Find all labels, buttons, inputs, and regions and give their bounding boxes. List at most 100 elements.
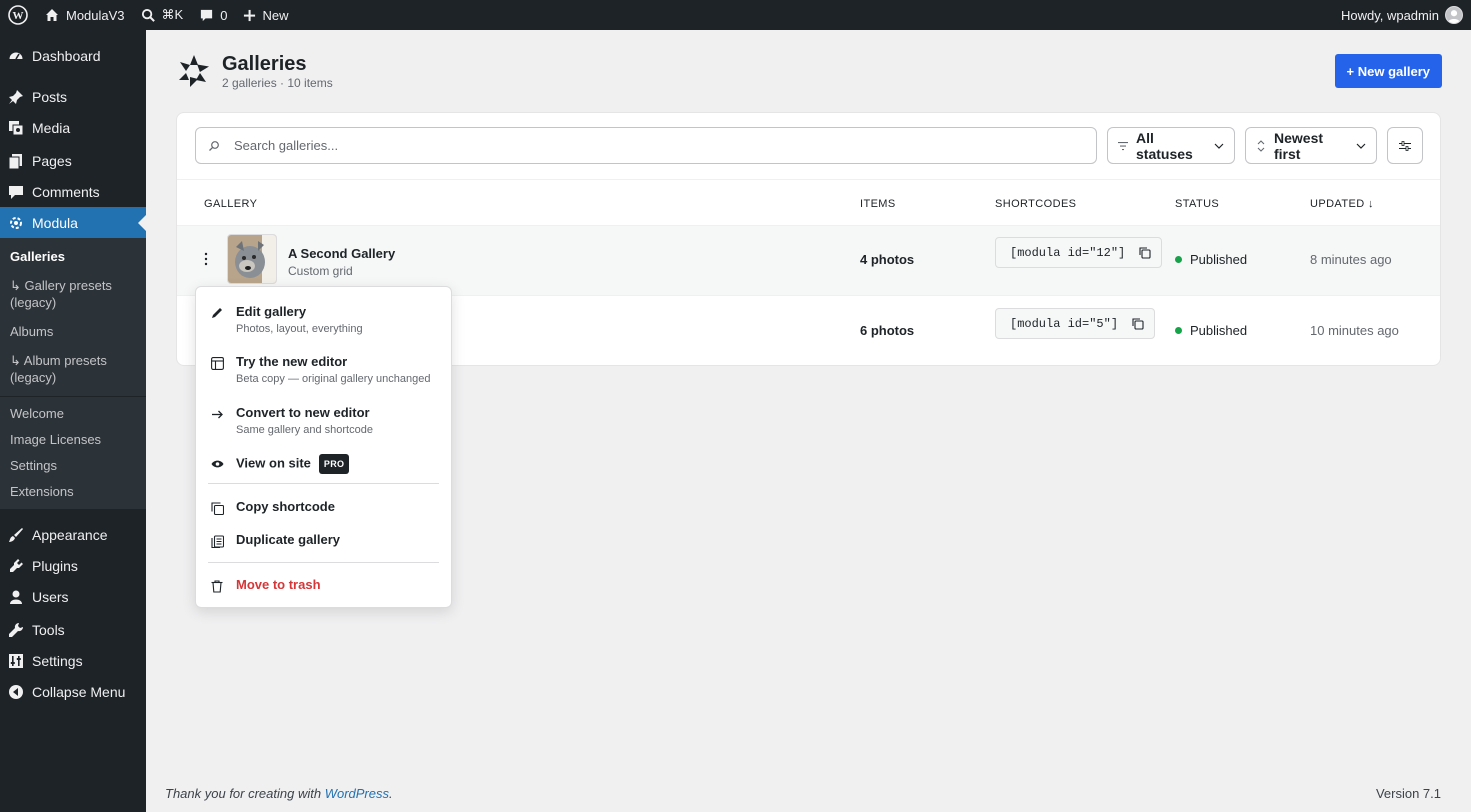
menu-item-edit-gallery[interactable]: Edit gallery Photos, layout, everything	[196, 304, 451, 336]
row-actions-menu: Edit gallery Photos, layout, everything …	[195, 286, 452, 608]
row-actions-kebab-icon[interactable]	[203, 251, 209, 267]
column-header-gallery[interactable]: GALLERY	[204, 198, 257, 210]
menu-tools[interactable]: Tools	[0, 614, 146, 645]
column-header-items[interactable]: ITEMS	[860, 198, 896, 210]
submenu-settings[interactable]: Settings	[0, 453, 146, 479]
menu-dashboard[interactable]: Dashboard	[0, 40, 146, 71]
dashboard-gauge-icon	[8, 48, 24, 64]
submenu-gallery-presets[interactable]: ↳ Gallery presets (legacy)	[0, 269, 146, 315]
submenu-albums[interactable]: Albums	[0, 315, 146, 344]
new-gallery-button[interactable]: + New gallery	[1334, 54, 1442, 88]
submenu-image-licenses[interactable]: Image Licenses	[0, 427, 146, 453]
home-icon	[44, 7, 60, 23]
wrench-icon	[8, 622, 24, 638]
menu-item-title: Move to trash	[236, 577, 321, 592]
search-input[interactable]	[234, 138, 1054, 153]
collapse-menu-label: Collapse Menu	[32, 683, 126, 700]
pages-icon	[8, 153, 24, 169]
comments-link[interactable]: 0	[191, 0, 235, 30]
filter-lines-icon	[1118, 141, 1128, 151]
status-filter-dropdown[interactable]: All statuses	[1107, 127, 1235, 164]
copy-icon[interactable]	[1139, 246, 1151, 259]
list-toolbar: All statuses Newest first	[195, 127, 1428, 165]
menu-plugins[interactable]: Plugins	[0, 550, 146, 581]
gallery-thumbnail[interactable]	[227, 234, 277, 284]
copy-icon[interactable]	[1132, 317, 1144, 330]
menu-appearance-label: Appearance	[32, 526, 108, 543]
menu-item-description: Same gallery and shortcode	[236, 424, 373, 436]
new-content-button[interactable]: New	[235, 0, 296, 30]
menu-item-duplicate-gallery[interactable]: Duplicate gallery	[196, 532, 451, 548]
admin-sidebar: Dashboard Posts Media Pages Comments Mod…	[0, 30, 146, 812]
menu-item-title: Try the new editor	[236, 354, 348, 369]
menu-item-copy-shortcode[interactable]: Copy shortcode	[196, 499, 451, 515]
chevron-down-icon	[1214, 141, 1224, 151]
menu-users[interactable]: Users	[0, 581, 146, 612]
menu-divider	[208, 483, 439, 484]
status-dot	[1175, 327, 1182, 334]
howdy-label: Howdy, wpadmin	[1340, 7, 1439, 23]
table-row[interactable]: A Second Gallery Custom grid 4 photos [m…	[177, 225, 1440, 295]
trash-icon	[210, 579, 224, 593]
submenu-welcome[interactable]: Welcome	[0, 401, 146, 427]
menu-posts-label: Posts	[32, 88, 68, 105]
menu-item-title: Copy shortcode	[236, 499, 335, 514]
shortcode-field[interactable]: [modula id="12"]	[995, 237, 1163, 268]
pro-badge: PRO	[318, 454, 350, 474]
column-header-status[interactable]: STATUS	[1175, 198, 1219, 210]
items-count: 4 photos	[860, 252, 915, 267]
gallery-name-link[interactable]: A Second Gallery	[288, 246, 395, 261]
site-name-link[interactable]: ModulaV3	[36, 0, 133, 30]
search-box	[195, 127, 1097, 164]
menu-item-title: Duplicate gallery	[236, 532, 341, 547]
plus-icon	[243, 9, 256, 22]
menu-pages[interactable]: Pages	[0, 145, 146, 176]
menu-divider	[208, 562, 439, 563]
submenu-galleries[interactable]: Galleries	[0, 244, 146, 269]
submenu-extensions[interactable]: Extensions	[0, 479, 146, 505]
menu-item-description: Beta copy — original gallery unchanged	[236, 373, 431, 385]
menu-media[interactable]: Media	[0, 112, 146, 143]
sort-arrows-icon	[1256, 139, 1266, 153]
collapse-arrow-icon	[8, 684, 24, 700]
collapse-menu-button[interactable]: Collapse Menu	[0, 676, 146, 707]
menu-item-move-to-trash[interactable]: Move to trash	[196, 577, 451, 593]
search-shortcut-button[interactable]: ⌘K	[133, 0, 192, 30]
menu-settings[interactable]: Settings	[0, 645, 146, 676]
media-icon	[8, 120, 24, 136]
site-name-label: ModulaV3	[66, 7, 125, 23]
avatar	[1445, 6, 1463, 24]
wordpress-logo-button[interactable]: W	[0, 0, 36, 30]
new-content-label: New	[262, 7, 289, 23]
sort-dropdown[interactable]: Newest first	[1245, 127, 1377, 164]
page-heading-group: Galleries 2 galleries · 10 items	[222, 52, 333, 90]
page-header: Galleries 2 galleries · 10 items	[176, 52, 333, 90]
wordpress-link[interactable]: WordPress	[325, 786, 389, 801]
pushpin-icon	[8, 89, 24, 105]
menu-comments-label: Comments	[32, 183, 100, 200]
menu-item-view-on-site[interactable]: View on site PRO	[196, 454, 451, 474]
submenu-album-presets[interactable]: ↳ Album presets (legacy)	[0, 344, 146, 390]
menu-comments[interactable]: Comments	[0, 176, 146, 207]
admin-footer: Thank you for creating with WordPress. V…	[165, 786, 1441, 801]
status-label: Published	[1190, 252, 1248, 267]
status-filter-label: All statuses	[1136, 129, 1193, 162]
menu-modula[interactable]: Modula	[0, 207, 146, 238]
menu-item-title: View on site PRO	[236, 454, 350, 474]
comment-bubble-icon	[8, 184, 24, 200]
column-header-shortcodes[interactable]: SHORTCODES	[995, 198, 1076, 210]
copy-icon	[210, 501, 224, 515]
comments-count: 0	[220, 7, 228, 23]
updated-time: 8 minutes ago	[1310, 252, 1392, 267]
menu-tools-label: Tools	[32, 621, 65, 638]
user-icon	[8, 589, 24, 605]
menu-item-try-new-editor[interactable]: Try the new editor Beta copy — original …	[196, 354, 451, 386]
view-options-button[interactable]	[1387, 127, 1423, 164]
modula-submenu-extras: Welcome Image Licenses Settings Extensio…	[0, 396, 146, 509]
menu-appearance[interactable]: Appearance	[0, 519, 146, 550]
menu-item-convert-editor[interactable]: Convert to new editor Same gallery and s…	[196, 405, 451, 437]
user-account-menu[interactable]: Howdy, wpadmin	[1333, 0, 1471, 30]
column-header-updated[interactable]: UPDATED ↓	[1310, 198, 1374, 210]
menu-posts[interactable]: Posts	[0, 81, 146, 112]
shortcode-field[interactable]: [modula id="5"]	[995, 308, 1156, 339]
